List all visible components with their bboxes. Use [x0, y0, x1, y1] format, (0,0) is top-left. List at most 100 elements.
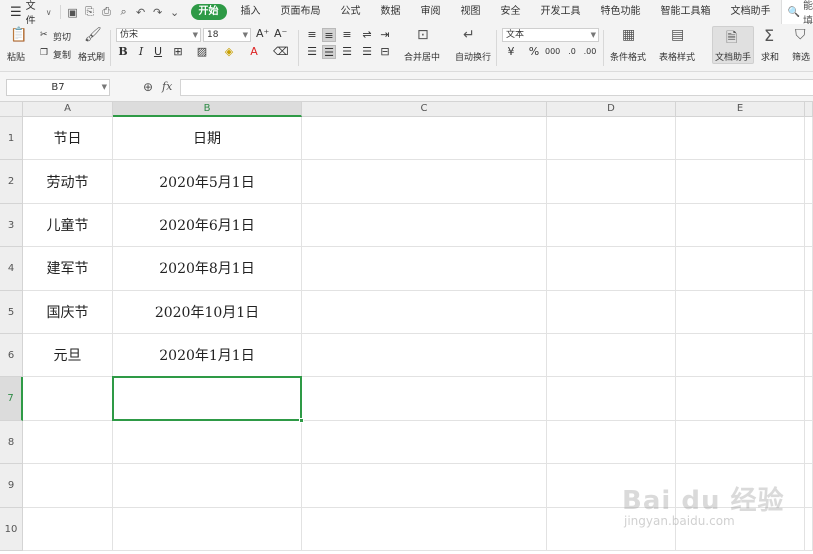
cell-d8[interactable] [547, 420, 676, 465]
tab-1[interactable]: 插入 [231, 0, 271, 24]
cell-c9[interactable] [302, 464, 547, 508]
row-header-9[interactable]: 9 [0, 464, 23, 508]
cell-a8[interactable] [23, 420, 113, 465]
cell-a9[interactable] [23, 464, 113, 508]
format-painter-icon[interactable]: 🖌 [84, 27, 102, 43]
tab-0[interactable]: 开始 [190, 4, 227, 20]
cell-d3[interactable] [547, 203, 676, 248]
thousands-icon[interactable]: 000 [545, 45, 560, 59]
tab-4[interactable]: 数据 [371, 0, 411, 24]
align-right-icon[interactable]: ☰ [340, 45, 354, 59]
cell-a7[interactable] [23, 377, 113, 421]
distribute-icon[interactable]: ⊟ [378, 45, 392, 59]
cell-a5[interactable]: 国庆节 [23, 290, 113, 334]
cell-d7[interactable] [547, 377, 676, 421]
cell-a10[interactable] [23, 507, 113, 551]
row-header-5[interactable]: 5 [0, 290, 23, 334]
fill-pattern-icon[interactable]: ▨ [195, 45, 209, 59]
formula-input[interactable] [180, 79, 813, 96]
table-style-button[interactable]: 表格样式 [659, 50, 695, 63]
tab-10[interactable]: 智能工具箱 [651, 0, 721, 24]
tab-11[interactable]: 文档助手 [721, 0, 781, 24]
wrap-text-button[interactable]: 自动换行 [455, 50, 491, 63]
bold-button[interactable]: B [116, 45, 130, 59]
column-header-d[interactable]: D [547, 102, 676, 117]
cell-overflow[interactable] [805, 290, 813, 334]
tab-5[interactable]: 审阅 [411, 0, 451, 24]
decrease-decimal-icon[interactable]: .00 [583, 45, 597, 59]
tab-2[interactable]: 页面布局 [271, 0, 331, 24]
cell-a4[interactable]: 建军节 [23, 247, 113, 291]
cell-e7[interactable] [676, 377, 805, 421]
print-preview-icon[interactable]: ⌕ [118, 5, 130, 19]
cell-b7[interactable] [113, 377, 302, 421]
font-color-icon[interactable]: A [247, 45, 261, 59]
tab-8[interactable]: 开发工具 [531, 0, 591, 24]
paste-icon[interactable]: 📋 [10, 27, 27, 43]
align-left-icon[interactable]: ☰ [305, 45, 319, 59]
cell-overflow[interactable] [805, 334, 813, 378]
cell-b10[interactable] [113, 507, 302, 551]
sum-icon[interactable]: Σ [764, 26, 774, 45]
fx-label[interactable]: fx [162, 80, 172, 93]
cell-overflow[interactable] [805, 464, 813, 508]
align-middle-icon[interactable]: ≡ [322, 28, 336, 42]
cell-overflow[interactable] [805, 420, 813, 465]
row-header-2[interactable]: 2 [0, 160, 23, 204]
conditional-format-button[interactable]: 条件格式 [610, 50, 646, 63]
table-style-icon[interactable]: ▤ [671, 27, 684, 43]
cell-e2[interactable] [676, 160, 805, 204]
row-header-3[interactable]: 3 [0, 203, 23, 248]
cell-overflow[interactable] [805, 507, 813, 551]
align-top-icon[interactable]: ≡ [305, 28, 319, 42]
cut-button[interactable]: 剪切 [53, 30, 71, 43]
cell-e3[interactable] [676, 203, 805, 248]
row-header-6[interactable]: 6 [0, 334, 23, 378]
cell-b1[interactable]: 日期 [113, 117, 302, 161]
cell-b6[interactable]: 2020年1月1日 [113, 334, 302, 378]
cell-a6[interactable]: 元旦 [23, 334, 113, 378]
row-header-8[interactable]: 8 [0, 420, 23, 465]
copy-button[interactable]: 复制 [53, 48, 71, 61]
conditional-format-icon[interactable]: ▦ [622, 27, 635, 43]
cell-c8[interactable] [302, 420, 547, 465]
fill-color-icon[interactable]: ◈ [222, 45, 236, 59]
row-header-1[interactable]: 1 [0, 117, 23, 161]
cell-e4[interactable] [676, 247, 805, 291]
percent-icon[interactable]: % [527, 45, 541, 59]
align-center-icon[interactable]: ☰ [322, 45, 336, 59]
row-header-7[interactable]: 7 [0, 377, 23, 421]
undo-icon[interactable]: ↶ [135, 6, 147, 19]
row-header-10[interactable]: 10 [0, 507, 23, 551]
cell-a1[interactable]: 节日 [23, 117, 113, 161]
cell-overflow[interactable] [805, 160, 813, 204]
tab-3[interactable]: 公式 [331, 0, 371, 24]
file-menu[interactable]: ☰ 文件 ∨ [0, 0, 60, 27]
tab-7[interactable]: 安全 [491, 0, 531, 24]
cell-d1[interactable] [547, 117, 676, 161]
cell-c7[interactable] [302, 377, 547, 421]
cell-e5[interactable] [676, 290, 805, 334]
cell-a2[interactable]: 劳动节 [23, 160, 113, 204]
underline-button[interactable]: U [151, 45, 165, 59]
print-icon[interactable]: ⎙ [101, 5, 113, 19]
cell-c10[interactable] [302, 507, 547, 551]
wrap-text-icon[interactable]: ↵ [463, 27, 475, 43]
select-all-corner[interactable] [0, 102, 23, 117]
name-box[interactable]: B7 ▼ [6, 79, 110, 96]
column-header-c[interactable]: C [302, 102, 547, 117]
smart-search[interactable]: 🔍 智能填充 [780, 0, 813, 42]
cell-c6[interactable] [302, 334, 547, 378]
row-header-4[interactable]: 4 [0, 247, 23, 291]
cell-overflow[interactable] [805, 247, 813, 291]
cell-b5[interactable]: 2020年10月1日 [113, 290, 302, 334]
cell-overflow[interactable] [805, 117, 813, 161]
increase-font-icon[interactable]: A⁺ [256, 27, 269, 40]
filter-button[interactable]: 筛选 [792, 50, 810, 63]
cell-overflow[interactable] [805, 377, 813, 421]
cell-a3[interactable]: 儿童节 [23, 203, 113, 248]
border-icon[interactable]: ⊞ [171, 45, 185, 59]
indent-icon[interactable]: ⇥ [378, 28, 392, 42]
font-size-select[interactable]: 18 ▼ [203, 28, 251, 42]
save-icon[interactable]: ▣ [67, 6, 79, 19]
